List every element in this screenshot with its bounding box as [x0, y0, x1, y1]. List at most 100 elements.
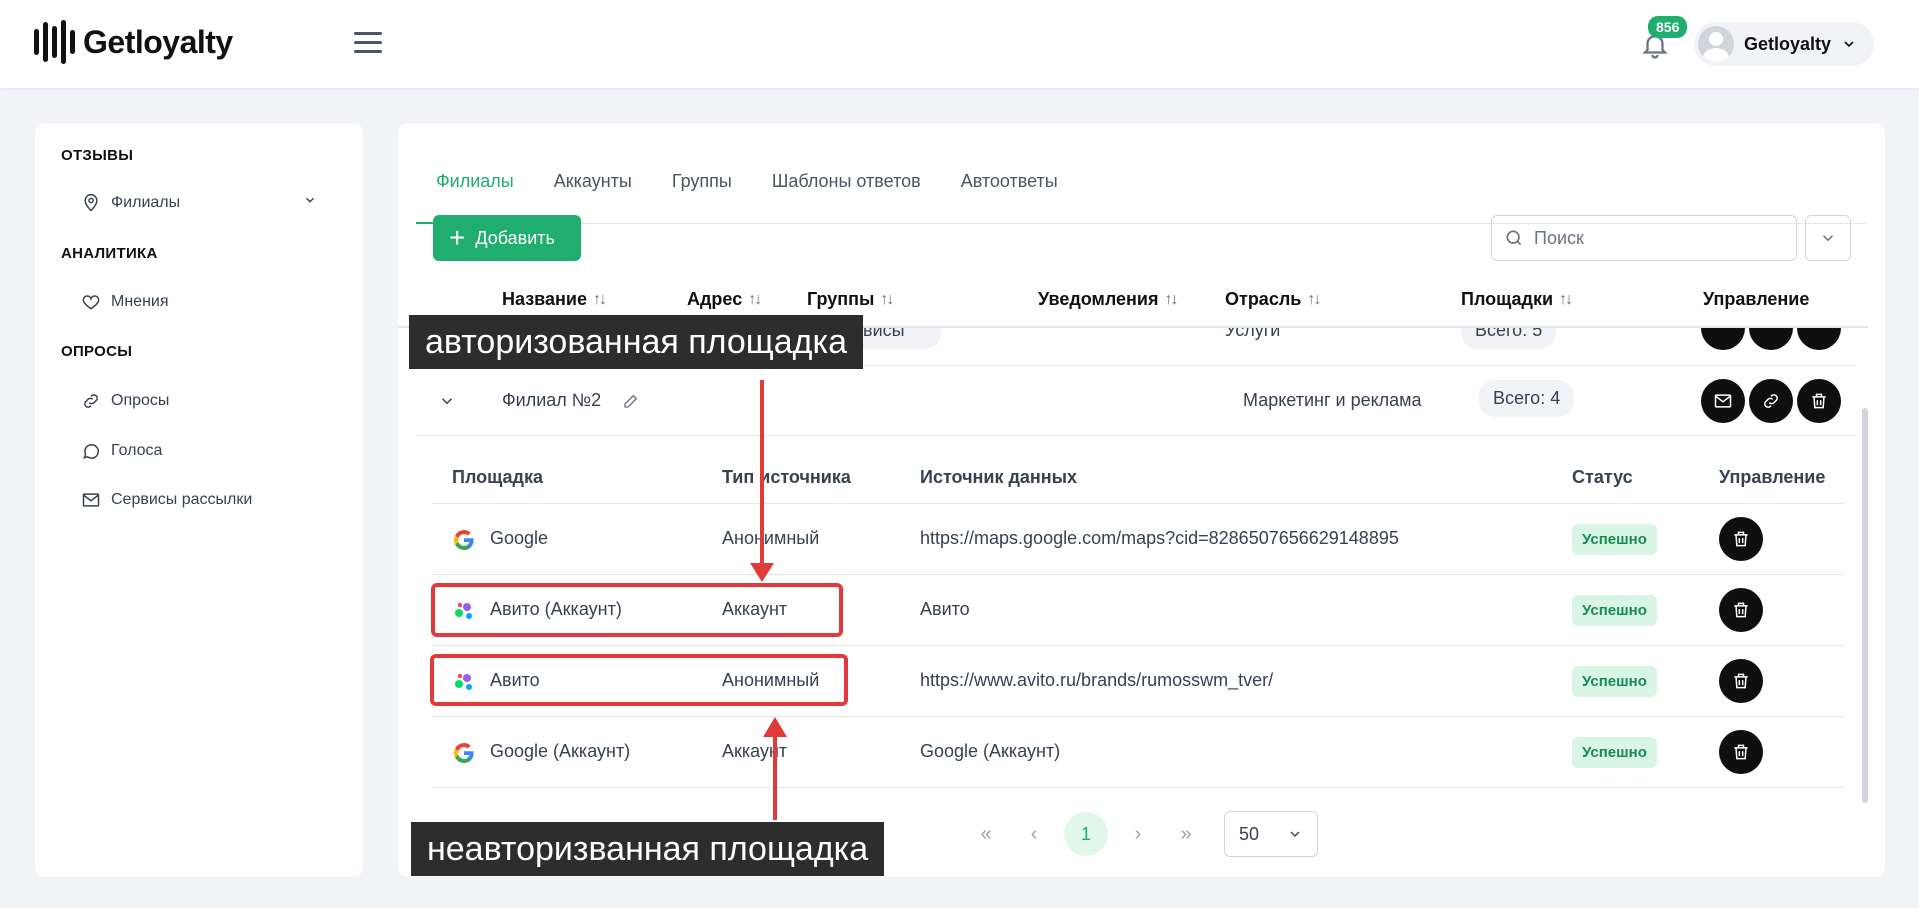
logo-icon — [34, 20, 75, 64]
trash-icon — [1734, 673, 1748, 689]
status-badge: Успешно — [1572, 737, 1657, 768]
notification-badge: 856 — [1648, 16, 1688, 38]
trash-icon — [1734, 531, 1748, 547]
column-header-groups[interactable]: Группы ↑↓ — [807, 289, 894, 310]
column-label: Управление — [1703, 289, 1810, 309]
chevron-down-icon[interactable] — [438, 392, 456, 410]
delete-button[interactable] — [1797, 328, 1841, 350]
logo[interactable]: Getloyalty — [34, 20, 233, 64]
pencil-icon[interactable] — [622, 392, 640, 410]
page-button-current[interactable]: 1 — [1064, 812, 1108, 856]
platforms-count: Всего: 4 — [1479, 380, 1575, 417]
column-header-platforms[interactable]: Площадки ↑↓ — [1461, 289, 1573, 310]
delete-button[interactable] — [1719, 659, 1763, 703]
sidebar-item-opinions[interactable]: Мнения — [81, 292, 169, 312]
chevron-down-icon — [1822, 235, 1834, 242]
table-row: Google Анонимный https://maps.google.com… — [432, 504, 1844, 575]
search-icon — [1506, 230, 1522, 246]
heart-icon — [82, 295, 100, 310]
trash-icon — [1812, 393, 1826, 409]
sort-icon: ↑↓ — [1559, 290, 1573, 308]
subcolumn-data-source: Источник данных — [920, 467, 1078, 487]
column-label: Отрасль — [1225, 289, 1302, 309]
status-badge: Успешно — [1572, 524, 1657, 555]
sort-icon: ↑↓ — [1164, 290, 1179, 308]
chevron-down-icon[interactable] — [303, 193, 317, 207]
avatar — [1698, 26, 1734, 62]
sidebar-section-reviews: ОТЗЫВЫ — [61, 147, 134, 164]
google-icon — [454, 743, 474, 763]
email-button[interactable] — [1701, 328, 1745, 350]
email-button[interactable] — [1701, 379, 1745, 423]
search-input[interactable] — [1534, 227, 1774, 249]
tab-reply-templates[interactable]: Шаблоны ответов — [752, 159, 941, 224]
chevron-down-icon — [1290, 831, 1300, 837]
top-header: Getloyalty 856 Getloyalty — [0, 0, 1919, 88]
delete-button[interactable] — [1719, 730, 1763, 774]
subcolumn-source-type: Тип источника — [722, 467, 851, 487]
highlight-unauthorized-row — [430, 654, 848, 706]
column-header-industry[interactable]: Отрасль ↑↓ — [1225, 289, 1321, 310]
sidebar-item-mailing-services[interactable]: Сервисы рассылки — [81, 490, 252, 510]
link-button[interactable] — [1749, 379, 1793, 423]
last-page-button[interactable]: » — [1168, 812, 1204, 856]
tab-autoreplies[interactable]: Автоответы — [941, 159, 1078, 224]
trash-icon — [1734, 602, 1748, 618]
industry-cell: Маркетинг и реклама — [1243, 390, 1422, 410]
column-label: Площадки — [1461, 289, 1554, 309]
prev-page-button[interactable]: ‹ — [1016, 812, 1052, 856]
sort-icon: ↑↓ — [592, 290, 607, 308]
google-icon — [454, 530, 474, 550]
scrollbar[interactable] — [1862, 408, 1868, 803]
first-page-button[interactable]: « — [968, 812, 1004, 856]
column-label: Группы — [807, 289, 875, 309]
sidebar-item-surveys[interactable]: Опросы — [81, 391, 169, 411]
per-page-select[interactable]: 50 — [1224, 811, 1318, 857]
search-box — [1491, 215, 1797, 261]
trash-icon — [1734, 744, 1748, 760]
delete-button[interactable] — [1797, 379, 1841, 423]
data-source: Авито — [920, 599, 970, 619]
link-button[interactable] — [1749, 328, 1793, 350]
industry-cell: Услуги — [1225, 328, 1281, 340]
menu-toggle-button[interactable] — [354, 32, 382, 54]
highlight-authorized-row — [431, 583, 843, 637]
column-header-notifications[interactable]: Уведомления ↑↓ — [1038, 289, 1179, 310]
data-source: https://maps.google.com/maps?cid=8286507… — [920, 528, 1399, 548]
delete-button[interactable] — [1719, 517, 1763, 561]
link-icon — [1764, 394, 1778, 408]
sort-icon: ↑↓ — [1307, 290, 1321, 308]
sidebar-item-label: Мнения — [111, 293, 169, 310]
column-header-actions: Управление — [1703, 289, 1809, 310]
column-header-address[interactable]: Адрес ↑↓ — [687, 289, 762, 310]
mail-icon — [1714, 394, 1732, 408]
subcolumn-platform: Площадка — [452, 467, 543, 487]
column-label: Уведомления — [1038, 289, 1159, 309]
filter-expand-button[interactable] — [1805, 215, 1851, 261]
status-badge: Успешно — [1572, 595, 1657, 626]
sort-icon: ↑↓ — [880, 290, 894, 308]
sidebar-item-branches[interactable]: Филиалы — [81, 193, 180, 213]
tab-groups[interactable]: Группы — [652, 159, 752, 224]
delete-button[interactable] — [1719, 588, 1763, 632]
link-icon — [84, 394, 98, 408]
mail-icon — [82, 493, 100, 507]
column-header-name[interactable]: Название ↑↓ — [502, 289, 607, 310]
source-type: Аккаунт — [722, 741, 788, 761]
next-page-button[interactable]: › — [1120, 812, 1156, 856]
data-source: Google (Аккаунт) — [920, 741, 1061, 761]
column-label: Название — [502, 289, 587, 309]
map-pin-icon — [84, 193, 98, 212]
plus-icon: + — [449, 222, 466, 253]
table-row: Филиал №2 Маркетинг и реклама Всего: 4 — [416, 366, 1856, 436]
add-button[interactable]: + Добавить — [433, 215, 581, 261]
chevron-down-icon — [1844, 41, 1854, 48]
user-menu-button[interactable]: Getloyalty — [1694, 22, 1874, 66]
user-name: Getloyalty — [1744, 33, 1832, 54]
column-label: Адрес — [687, 289, 743, 309]
annotation-authorized: авторизованная площадка — [409, 315, 864, 369]
sidebar-item-label: Филиалы — [111, 194, 181, 211]
sidebar-item-votes[interactable]: Голоса — [81, 441, 162, 461]
subcolumn-status: Статус — [1572, 467, 1633, 487]
annotation-unauthorized: неавторизванная площадка — [411, 822, 885, 876]
